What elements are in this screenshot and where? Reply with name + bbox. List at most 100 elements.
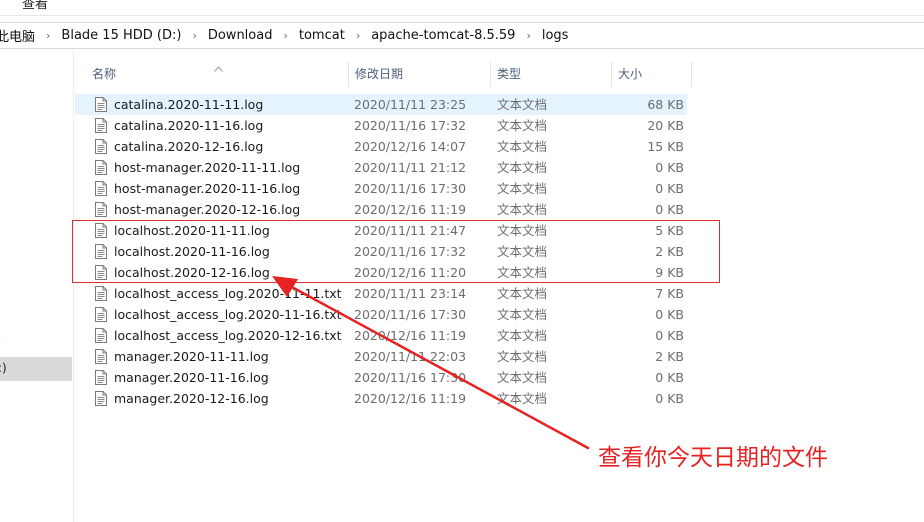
file-size: 2 KB xyxy=(655,349,684,364)
text-file-icon xyxy=(95,370,107,385)
file-row[interactable]: localhost.2020-12-16.log 2020/12/16 11:20… xyxy=(75,262,687,283)
file-modified: 2020/11/16 17:30 xyxy=(354,370,467,385)
text-file-icon xyxy=(95,307,107,322)
file-row[interactable]: catalina.2020-11-11.log 2020/11/11 23:25 文… xyxy=(75,94,687,115)
text-file-icon xyxy=(95,181,107,196)
file-modified: 2020/11/11 22:03 xyxy=(354,349,467,364)
file-name: host-manager.2020-11-11.log xyxy=(114,160,301,175)
file-name: localhost.2020-12-16.log xyxy=(114,265,270,280)
file-size: 0 KB xyxy=(655,370,684,385)
file-modified: 2020/11/11 21:47 xyxy=(354,223,467,238)
text-file-icon xyxy=(95,139,107,154)
breadcrumb-item-logs[interactable]: logs xyxy=(540,28,571,43)
nav-item-label: :) xyxy=(0,361,7,375)
file-row[interactable]: host-manager.2020-12-16.log 2020/12/16 11… xyxy=(75,199,687,220)
file-type: 文本文档 xyxy=(497,391,548,406)
breadcrumb-item-drive[interactable]: Blade 15 HDD (D:) xyxy=(59,28,183,43)
text-file-icon xyxy=(95,391,107,406)
file-size: 7 KB xyxy=(655,286,684,301)
file-row[interactable]: localhost.2020-11-16.log 2020/11/16 17:32… xyxy=(75,241,687,262)
breadcrumb-item-tomcat[interactable]: tomcat xyxy=(297,28,347,43)
file-size: 15 KB xyxy=(647,139,684,154)
text-file-icon xyxy=(95,160,107,175)
file-modified: 2020/11/16 17:30 xyxy=(354,181,467,196)
breadcrumb-separator-icon[interactable]: › xyxy=(37,29,59,42)
file-size: 0 KB xyxy=(655,202,684,217)
breadcrumb-separator-icon[interactable]: › xyxy=(517,29,539,42)
breadcrumb-separator-icon[interactable]: › xyxy=(183,29,205,42)
file-row[interactable]: manager.2020-11-11.log 2020/11/11 22:03 文本… xyxy=(75,346,687,367)
file-size: 0 KB xyxy=(655,391,684,406)
file-size: 68 KB xyxy=(647,97,684,112)
file-row[interactable]: host-manager.2020-11-11.log 2020/11/11 21… xyxy=(75,157,687,178)
text-file-icon xyxy=(95,328,107,343)
text-file-icon xyxy=(95,223,107,238)
file-size: 0 KB xyxy=(655,328,684,343)
file-name: localhost_access_log.2020-11-16.txt xyxy=(114,307,342,322)
file-type: 文本文档 xyxy=(497,160,548,175)
file-row[interactable]: catalina.2020-12-16.log 2020/12/16 14:07 文… xyxy=(75,136,687,157)
file-name: catalina.2020-12-16.log xyxy=(114,139,264,154)
navigation-pane[interactable] xyxy=(0,50,73,522)
file-name: localhost.2020-11-16.log xyxy=(114,244,270,259)
breadcrumb-separator-icon[interactable]: › xyxy=(274,29,296,42)
text-file-icon xyxy=(95,202,107,217)
file-row[interactable]: manager.2020-11-16.log 2020/11/16 17:30 文本… xyxy=(75,367,687,388)
breadcrumb-item-download[interactable]: Download xyxy=(206,28,275,43)
file-row[interactable]: localhost_access_log.2020-12-16.txt 2020/… xyxy=(75,325,687,346)
file-name: catalina.2020-11-16.log xyxy=(114,118,264,133)
file-type: 文本文档 xyxy=(497,181,548,196)
file-modified: 2020/12/16 11:19 xyxy=(354,328,467,343)
file-name: host-manager.2020-11-16.log xyxy=(114,181,301,196)
file-size: 2 KB xyxy=(655,244,684,259)
file-row[interactable]: localhost_access_log.2020-11-11.txt 2020/… xyxy=(75,283,687,304)
text-file-icon xyxy=(95,97,107,112)
file-modified: 2020/11/16 17:32 xyxy=(354,244,467,259)
breadcrumb: 此电脑 › Blade 15 HDD (D:) › Download › tom… xyxy=(0,23,570,48)
file-type: 文本文档 xyxy=(497,244,548,259)
annotation-callout-text: 查看你今天日期的文件 xyxy=(598,445,828,471)
file-row[interactable]: manager.2020-12-16.log 2020/12/16 11:19 文本… xyxy=(75,388,687,409)
file-type: 文本文档 xyxy=(497,328,548,343)
text-file-icon xyxy=(95,118,107,133)
file-type: 文本文档 xyxy=(497,97,548,112)
file-row[interactable]: catalina.2020-11-16.log 2020/11/16 17:32 文… xyxy=(75,115,687,136)
breadcrumb-separator-icon[interactable]: › xyxy=(347,29,369,42)
ribbon: 查看 xyxy=(0,0,924,16)
breadcrumb-item-apache-tomcat[interactable]: apache-tomcat-8.5.59 xyxy=(369,28,517,43)
text-file-icon xyxy=(95,265,107,280)
column-header-name[interactable]: 名称 xyxy=(75,62,348,87)
file-modified: 2020/12/16 11:19 xyxy=(354,202,467,217)
file-type: 文本文档 xyxy=(497,307,548,322)
file-modified: 2020/12/16 11:19 xyxy=(354,391,467,406)
column-header-modified-label: 修改日期 xyxy=(355,67,404,81)
file-size: 20 KB xyxy=(647,118,684,133)
file-type: 文本文档 xyxy=(497,118,548,133)
file-row[interactable]: host-manager.2020-11-16.log 2020/11/16 17… xyxy=(75,178,687,199)
column-header-name-label: 名称 xyxy=(92,67,117,81)
file-name: manager.2020-11-16.log xyxy=(114,370,269,385)
address-bar[interactable]: 此电脑 › Blade 15 HDD (D:) › Download › tom… xyxy=(0,22,924,49)
column-header-type[interactable]: 类型 xyxy=(490,62,611,87)
ribbon-tab-view[interactable]: 查看 xyxy=(22,0,48,12)
nav-expander-icon[interactable]: › xyxy=(0,332,1,343)
file-modified: 2020/12/16 14:07 xyxy=(354,139,467,154)
file-row[interactable]: localhost_access_log.2020-11-16.txt 2020/… xyxy=(75,304,687,325)
file-modified: 2020/11/11 23:14 xyxy=(354,286,467,301)
nav-item-selected-drive[interactable]: :) xyxy=(0,357,72,381)
file-modified: 2020/11/11 21:12 xyxy=(354,160,467,175)
file-size: 9 KB xyxy=(655,265,684,280)
file-rows: catalina.2020-11-11.log 2020/11/11 23:25 文… xyxy=(75,94,692,409)
file-modified: 2020/11/11 23:25 xyxy=(354,97,467,112)
column-header: 名称 修改日期 类型 大小 xyxy=(75,62,692,87)
file-name: host-manager.2020-12-16.log xyxy=(114,202,301,217)
file-type: 文本文档 xyxy=(497,349,548,364)
file-type: 文本文档 xyxy=(497,265,548,280)
column-header-modified[interactable]: 修改日期 xyxy=(348,62,490,87)
file-type: 文本文档 xyxy=(497,286,548,301)
column-header-size[interactable]: 大小 xyxy=(611,62,692,87)
breadcrumb-item-this-pc[interactable]: 此电脑 xyxy=(0,26,37,45)
text-file-icon xyxy=(95,244,107,259)
file-row[interactable]: localhost.2020-11-11.log 2020/11/11 21:47… xyxy=(75,220,687,241)
pane-divider[interactable] xyxy=(73,50,74,522)
